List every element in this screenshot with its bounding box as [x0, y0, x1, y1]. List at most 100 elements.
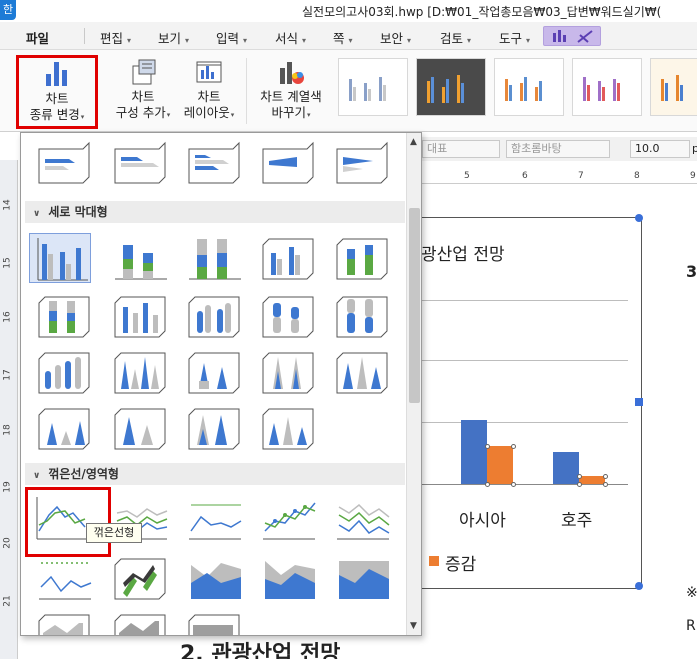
font-select[interactable]: 함초롬바탕	[506, 140, 610, 158]
color-palette-icon	[277, 58, 305, 86]
chart-type-3d-column[interactable]	[109, 291, 171, 341]
series-point-handle[interactable]	[577, 482, 582, 487]
chart-style-gallery	[334, 58, 697, 124]
chart-type-hbar-3d[interactable]	[109, 139, 171, 189]
menu-insert[interactable]: 입력 ▾	[216, 28, 247, 47]
chart-type-100-stacked-line[interactable]	[183, 493, 245, 543]
series-point-handle[interactable]	[603, 482, 608, 487]
collapse-chevron-icon: ∨	[33, 209, 41, 219]
menu-format[interactable]: 서식 ▾	[275, 28, 306, 47]
chart-type-3d-100-column[interactable]	[33, 291, 95, 341]
chart-type-3d-cylinder[interactable]	[33, 347, 95, 397]
font-size-input[interactable]: 10.0	[630, 140, 690, 158]
ruler-tick: 5	[464, 171, 470, 181]
chart-type-stacked-cone[interactable]	[183, 347, 245, 397]
chart-type-hbar-3d[interactable]	[257, 139, 319, 189]
series-point-handle[interactable]	[603, 474, 608, 479]
chart-type-3d-100-area[interactable]	[183, 609, 245, 635]
chart-tools-tab[interactable]	[543, 26, 601, 46]
chart-type-100-pyramid[interactable]	[183, 403, 245, 453]
resize-handle[interactable]	[635, 214, 643, 222]
chart-type-pyramid[interactable]	[33, 403, 95, 453]
chart-style-thumb[interactable]	[494, 58, 564, 116]
chart-type-stacked-column[interactable]	[109, 233, 171, 283]
chart-bar[interactable]	[553, 452, 579, 484]
chart-type-clustered-column[interactable]	[29, 233, 91, 283]
style-select[interactable]: 대표	[422, 140, 500, 158]
chart-element-icon	[129, 58, 157, 86]
chart-type-change-button[interactable]: 차트 종류 변경▾	[16, 55, 98, 129]
chart-style-thumb[interactable]	[572, 58, 642, 116]
scroll-up-icon[interactable]: ▲	[410, 137, 417, 147]
chart-type-hbar-3d[interactable]	[183, 139, 245, 189]
chart-title: 광산업 전망	[421, 245, 505, 265]
chart-type-3d-stacked-area[interactable]	[109, 609, 171, 635]
chart-style-thumb[interactable]	[416, 58, 486, 116]
chart-type-3d-pyramid[interactable]	[257, 403, 319, 453]
menu-tools[interactable]: 도구 ▾	[499, 28, 530, 47]
chart-type-cone[interactable]	[109, 347, 171, 397]
chart-layout-button[interactable]: 차트 레이아웃▾	[180, 58, 238, 123]
series-point-handle[interactable]	[511, 444, 516, 449]
chart-style-thumb[interactable]	[650, 58, 697, 116]
app-logo-icon[interactable]: 한	[0, 0, 16, 20]
chart-type-line-markers[interactable]	[257, 493, 319, 543]
chart-type-cylinder[interactable]	[183, 291, 245, 341]
chart-bar[interactable]	[487, 446, 513, 484]
ruler-tick: 8	[634, 171, 640, 181]
series-color-change-button[interactable]: 차트 계열색 바꾸기▾	[252, 58, 330, 123]
chart-type-hbar-3d[interactable]	[331, 139, 393, 189]
chart-type-stacked-area[interactable]	[257, 553, 319, 603]
section-vertical-bar[interactable]: ∨ 세로 막대형	[25, 201, 405, 223]
chart-type-3d-clustered-column[interactable]	[257, 233, 319, 283]
chart-bar[interactable]	[579, 476, 605, 484]
chart-compose-label-1: 차트	[131, 89, 155, 104]
ribbon: 차트 종류 변경▾ 차트 구성 추가▾ 차트 레이아웃▾ 차트 계열색 바꾸기▾	[0, 50, 697, 132]
scroll-down-icon[interactable]: ▼	[410, 621, 417, 631]
series-point-handle[interactable]	[485, 444, 490, 449]
menu-review[interactable]: 검토 ▾	[440, 28, 471, 47]
ruler-tick: 6	[522, 171, 528, 181]
chart-type-100-cylinder[interactable]	[331, 291, 393, 341]
menu-file[interactable]: 파일	[26, 28, 49, 47]
chart-style-thumb[interactable]	[338, 58, 408, 116]
series-point-handle[interactable]	[577, 474, 582, 479]
chart-type-stacked-pyramid[interactable]	[109, 403, 171, 453]
ruler-tick: 15	[2, 257, 13, 269]
chart-type-3d-cone[interactable]	[331, 347, 393, 397]
menu-view[interactable]: 보기 ▾	[158, 28, 189, 47]
resize-handle[interactable]	[635, 582, 643, 590]
menu-bar: 파일 편집 ▾ 보기 ▾ 입력 ▾ 서식 ▾ 쪽 ▾ 보안 ▾ 검토 ▾ 도구 ▾	[0, 22, 697, 50]
chevron-down-icon: ▾	[127, 36, 132, 45]
chart-compose-add-button[interactable]: 차트 구성 추가▾	[108, 58, 178, 123]
chart-type-3d-area[interactable]	[33, 609, 95, 635]
vertical-ruler[interactable]: 14 15 16 17 18 19 20 21	[0, 160, 18, 659]
series-point-handle[interactable]	[485, 482, 490, 487]
menu-edit[interactable]: 편집 ▾	[100, 28, 131, 47]
scrollbar-thumb[interactable]	[409, 208, 420, 403]
chart-type-3d-stacked-column[interactable]	[331, 233, 393, 283]
menu-page[interactable]: 쪽 ▾	[333, 28, 353, 47]
ribbon-separator	[246, 58, 247, 124]
section-line-area[interactable]: ∨ 꺾은선/영역형	[25, 463, 405, 485]
chart-type-hbar-3d[interactable]	[33, 139, 95, 189]
chart-type-100-stacked-column[interactable]	[183, 233, 245, 283]
chevron-down-icon: ▾	[302, 36, 307, 45]
chart-type-stacked-line-markers[interactable]	[331, 493, 393, 543]
chart-layout-label-2: 레이아웃▾	[183, 105, 235, 120]
menu-security[interactable]: 보안 ▾	[380, 28, 411, 47]
chart-type-area[interactable]	[183, 553, 245, 603]
title-bar: 한 실전모의고사03회.hwp [D:₩01_작업총모음₩03_답변₩워드실기₩…	[0, 0, 697, 22]
chart-type-100-stacked-area[interactable]	[331, 553, 393, 603]
chart-type-stacked-cylinder[interactable]	[257, 291, 319, 341]
side-digit: 3	[686, 262, 697, 281]
chart-type-3d-line[interactable]	[109, 553, 171, 603]
series-point-handle[interactable]	[511, 482, 516, 487]
chart-type-100-line-markers[interactable]	[33, 553, 95, 603]
chart-type-tooltip: 꺾은선형	[86, 523, 142, 543]
chart-type-100-cone[interactable]	[257, 347, 319, 397]
resize-handle[interactable]	[635, 398, 643, 406]
panel-scrollbar[interactable]: ▲ ▼	[406, 133, 421, 635]
chart-bar[interactable]	[461, 420, 487, 484]
horizontal-ruler[interactable]: 5 6 7 8 9	[420, 162, 697, 184]
